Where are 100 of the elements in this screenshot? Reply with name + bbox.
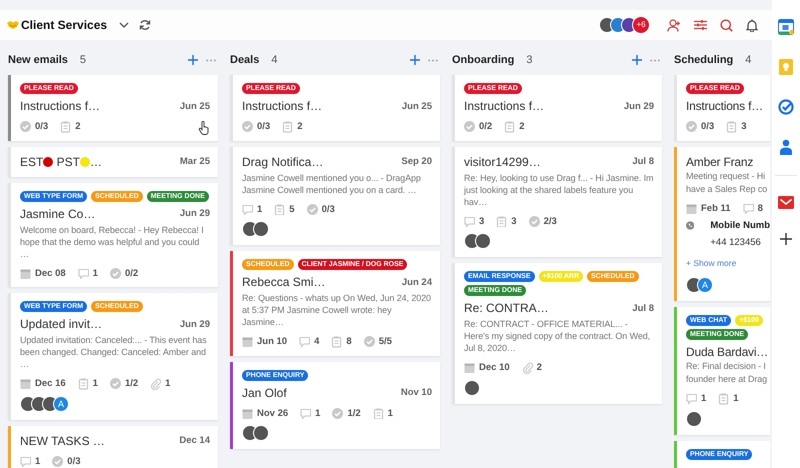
phone-icon [686, 220, 694, 231]
bell-icon[interactable] [746, 18, 758, 32]
plus-icon[interactable] [780, 233, 792, 245]
checklist-icon [464, 121, 475, 132]
checklist-count: 0/3 [322, 204, 335, 215]
checklist-count: 0/3 [701, 121, 714, 132]
card-title: Instructions f… [464, 99, 544, 113]
checklist-icon [110, 378, 121, 390]
checklist-count: 0/2 [124, 268, 138, 279]
checklist-icon [332, 408, 344, 419]
comment-icon [242, 204, 253, 215]
subtask-count: 3 [741, 121, 747, 132]
calendar-icon [464, 362, 475, 374]
card-title: PST [56, 154, 80, 168]
comment-count: 1 [257, 204, 262, 215]
due-date: Jun 10 [257, 336, 288, 348]
refresh-icon[interactable] [139, 19, 152, 31]
card-preview: founder here at Drag [686, 373, 768, 385]
calendar-icon [242, 336, 253, 348]
calendar-icon [242, 408, 253, 419]
card-title: Rebecca Smi… [242, 275, 326, 289]
subtask-count: 2 [297, 121, 303, 132]
card-date: Jun 25 [180, 100, 210, 112]
handshake-icon [7, 21, 19, 29]
checklist-count: 0/2 [479, 121, 492, 132]
clipboard-icon [274, 204, 286, 215]
show-more-link[interactable]: + Show more [686, 258, 736, 268]
phone-number: +44 123456 [710, 237, 762, 248]
card-date: Dec 14 [179, 435, 210, 446]
comment-icon [464, 216, 475, 227]
calendar-icon[interactable] [778, 19, 794, 35]
due-date: Feb 11 [701, 202, 731, 214]
card[interactable]: Amber Franz Meeting request - Hi have a Sales Rep co Feb 11 8 Mobile Numb +44 123456 + Show more A [674, 146, 770, 301]
comment-count: 1 [701, 393, 706, 404]
checkmark-icon[interactable] [778, 99, 794, 115]
chevron-down-icon[interactable] [119, 22, 130, 28]
board-title[interactable]: Client Services [21, 18, 108, 32]
card[interactable]: EST PST … Mar 25 [8, 146, 218, 176]
card-preview: Re: CONTRACT - OFFICE MATERIAL... - Here's my signed copy of the contract. On Wed, Jul 8, 2020… [464, 318, 652, 354]
card-date: Jul 8 [632, 302, 654, 314]
card-title: Drag Notifica… [242, 154, 324, 168]
checklist-icon [110, 268, 121, 279]
card-date: Nov 10 [400, 387, 432, 398]
card-title: Instructions f… [242, 99, 322, 113]
calendar-icon [20, 378, 31, 390]
checklist-icon [20, 121, 31, 132]
person-icon[interactable] [780, 139, 792, 155]
comment-icon [299, 336, 310, 348]
field-label: Mobile Numb [710, 220, 770, 231]
card[interactable]: Drag Notifica… Sep 20 Jasmine Cowell mentioned you o... - DragApp Jasmine Cowell mentioned you on a card. … 1 5 0/3 [230, 146, 440, 245]
card-preview: Jasmine Cowell mentioned you o... - DragApp Jasmine Cowell mentioned you on a card. … [242, 172, 422, 196]
clipboard-icon [78, 378, 89, 390]
mail-icon[interactable] [778, 196, 794, 209]
paperclip-icon [150, 378, 162, 390]
comment-icon [78, 268, 89, 279]
column-title: Deals [230, 54, 260, 66]
comment-count: 1 [315, 408, 320, 419]
card-date: Jun 24 [402, 276, 432, 288]
column-title: Scheduling [674, 54, 734, 66]
card-preview: Re: Hey, looking to use Drag f... - Hi Jasmine. Im just looking at the shared labels feature you hav… [464, 172, 654, 208]
card-title: … [90, 154, 102, 168]
card-date: Mar 25 [180, 156, 210, 167]
comment-icon [300, 408, 312, 419]
search-icon[interactable] [720, 18, 733, 32]
clipboard-icon [726, 121, 738, 132]
subtask-count: 8 [346, 336, 352, 348]
avatar: A [697, 277, 713, 293]
card-count: 4 [271, 54, 278, 66]
card-date: Sep 20 [401, 156, 432, 167]
add-person-icon[interactable] [667, 18, 681, 32]
card-title: Updated invit… [20, 317, 102, 331]
comment-icon [686, 393, 697, 404]
subtask-count: 5 [289, 204, 295, 215]
card-title: Re: CONTRA… [464, 301, 549, 315]
card-preview: Welcome on board, Rebecca! - Hey Rebecca! I hope that the demo was helpful and you could … [20, 224, 205, 260]
attachment-count: 2 [536, 362, 542, 374]
checklist-count: 0/3 [67, 456, 81, 467]
card-title: Amber Franz [686, 154, 754, 168]
subtask-count: 1 [733, 393, 739, 404]
card-title: Instructions f… [20, 99, 100, 113]
sliders-icon[interactable] [694, 19, 707, 31]
card[interactable]: NEW TASKS … Dec 14 1 0/3 [8, 426, 218, 468]
comment-count: 1 [35, 456, 40, 467]
card-title: Jan Olof [242, 386, 287, 400]
card-date: Jul 8 [632, 156, 654, 167]
checklist-icon [528, 216, 540, 227]
column-title: New emails [8, 54, 68, 66]
comment-count: 3 [479, 216, 484, 227]
card-title: EST [20, 154, 44, 168]
subtask-count: 1 [92, 378, 98, 390]
card[interactable]: visitor14299… Jul 8 Re: Hey, looking to use Drag f... - Hi Jasmine. Im just looking at the shared labels feature you hav… 3 3 2/3 [452, 146, 662, 257]
calendar-icon [686, 202, 697, 214]
card-date: Jun 29 [180, 208, 210, 219]
checklist-count: 5/5 [378, 336, 392, 348]
comment-count: 8 [758, 202, 763, 214]
card-preview: Re: Final decision - I [686, 360, 767, 372]
member-count-badge[interactable]: +6 [632, 16, 650, 34]
card-preview: have a Sales Rep co [686, 182, 768, 194]
due-date: Dec 16 [35, 378, 66, 390]
due-date: Nov 26 [257, 408, 288, 419]
